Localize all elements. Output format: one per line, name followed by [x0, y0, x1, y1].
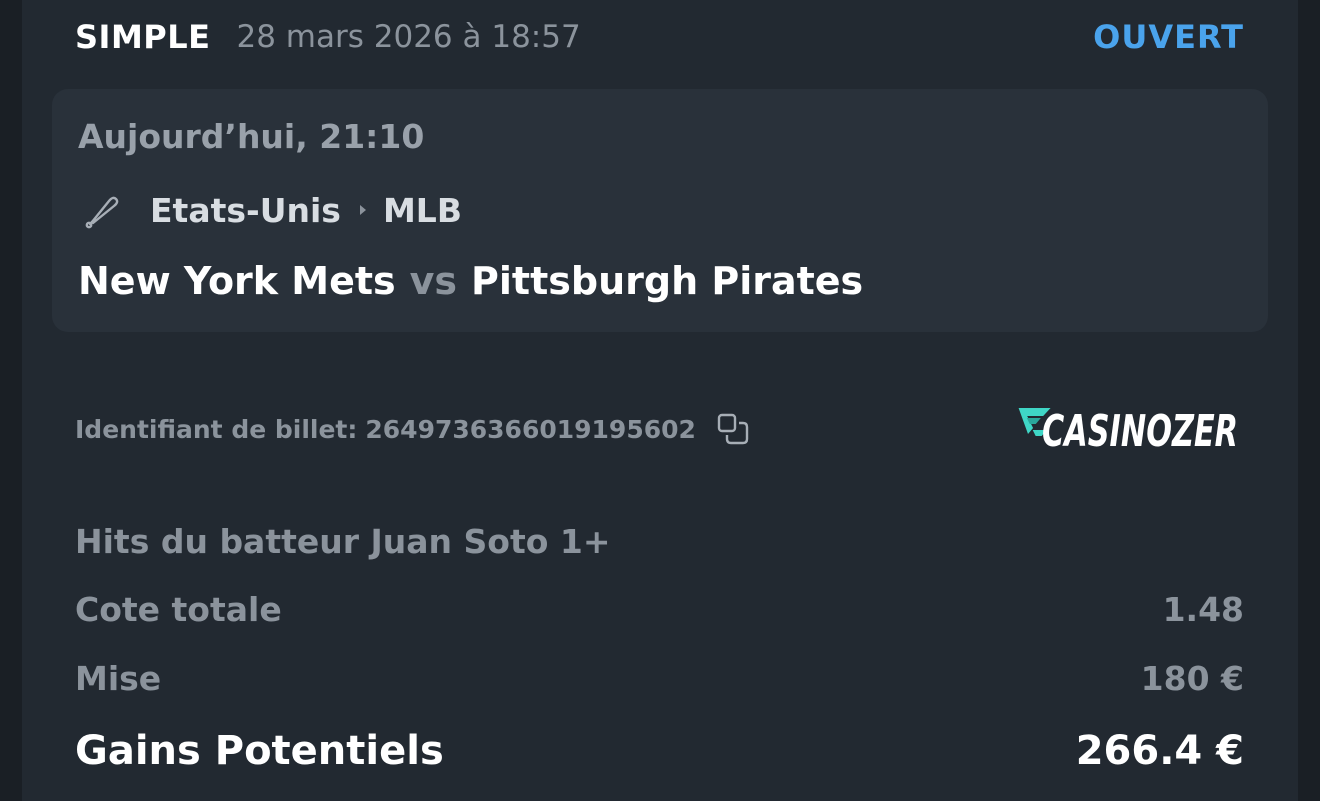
event-time: Aujourd’hui, 21:10 — [78, 117, 425, 156]
svg-text:CASINOZER: CASINOZER — [1042, 406, 1238, 456]
ticket-id-value: 2649736366019195602 — [365, 414, 696, 444]
ticket-header: SIMPLE 28 mars 2026 à 18:57 — [75, 12, 581, 62]
chevron-right-icon — [357, 202, 369, 218]
bet-ticket: SIMPLE 28 mars 2026 à 18:57 OUVERT Aujou… — [22, 0, 1298, 801]
total-odds-value: 1.48 — [1162, 590, 1244, 629]
selection-row: Hits du batteur Juan Soto 1+ — [75, 522, 1244, 561]
ticket-id-row: Identifiant de billet: 26497363660191956… — [75, 408, 750, 450]
ticket-id-label: Identifiant de billet: — [75, 414, 358, 444]
bet-date: 28 mars 2026 à 18:57 — [236, 19, 581, 55]
bet-type-label: SIMPLE — [75, 18, 211, 56]
event-league: MLB — [382, 190, 462, 230]
copy-icon[interactable] — [716, 412, 750, 446]
event-country: Etats-Unis — [150, 190, 341, 230]
versus-label: vs — [409, 259, 458, 303]
baseball-bat-icon — [82, 190, 122, 230]
potential-gains-row: Gains Potentiels 266.4 € — [75, 728, 1244, 774]
away-team: Pittsburgh Pirates — [471, 259, 864, 303]
stake-value: 180 € — [1140, 659, 1244, 698]
competition-breadcrumb: Etats-Unis MLB — [82, 185, 462, 235]
total-odds-label: Cote totale — [75, 590, 282, 629]
casinozer-logo: CASINOZER — [1008, 400, 1244, 457]
status-badge: OUVERT — [1093, 18, 1244, 56]
potential-gains-value: 266.4 € — [1075, 728, 1244, 774]
stake-row: Mise 180 € — [75, 659, 1244, 698]
stake-label: Mise — [75, 659, 162, 698]
potential-gains-label: Gains Potentiels — [75, 728, 444, 774]
event-card[interactable]: Aujourd’hui, 21:10 Etats-Unis MLB New Yo… — [52, 89, 1268, 332]
home-team: New York Mets — [78, 259, 396, 303]
total-odds-row: Cote totale 1.48 — [75, 590, 1244, 629]
event-matchup: New York Mets vs Pittsburgh Pirates — [78, 259, 863, 303]
selection-label: Hits du batteur Juan Soto 1+ — [75, 522, 611, 561]
